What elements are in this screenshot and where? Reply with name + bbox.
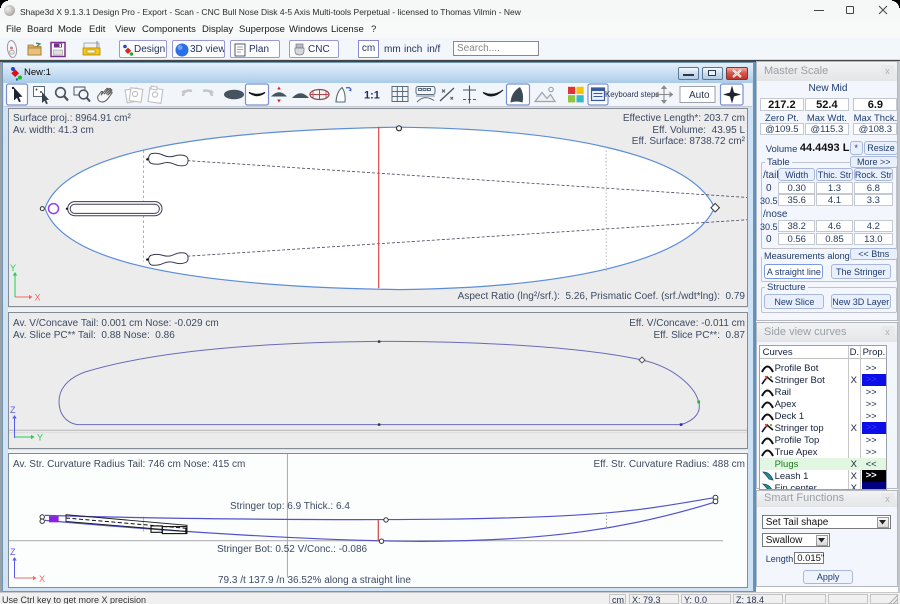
svg-text:Keyboard steps: Keyboard steps [605,90,659,99]
svg-text:Z: Z [10,547,16,557]
svg-text:Z: Z [10,405,16,415]
svg-text:Y: Y [10,263,16,273]
svg-text:Y: Y [37,433,43,443]
svg-text:X: X [35,293,41,303]
svg-text:Auto: Auto [689,90,710,101]
svg-text:X: X [39,574,45,584]
svg-text:1:1: 1:1 [364,90,380,102]
